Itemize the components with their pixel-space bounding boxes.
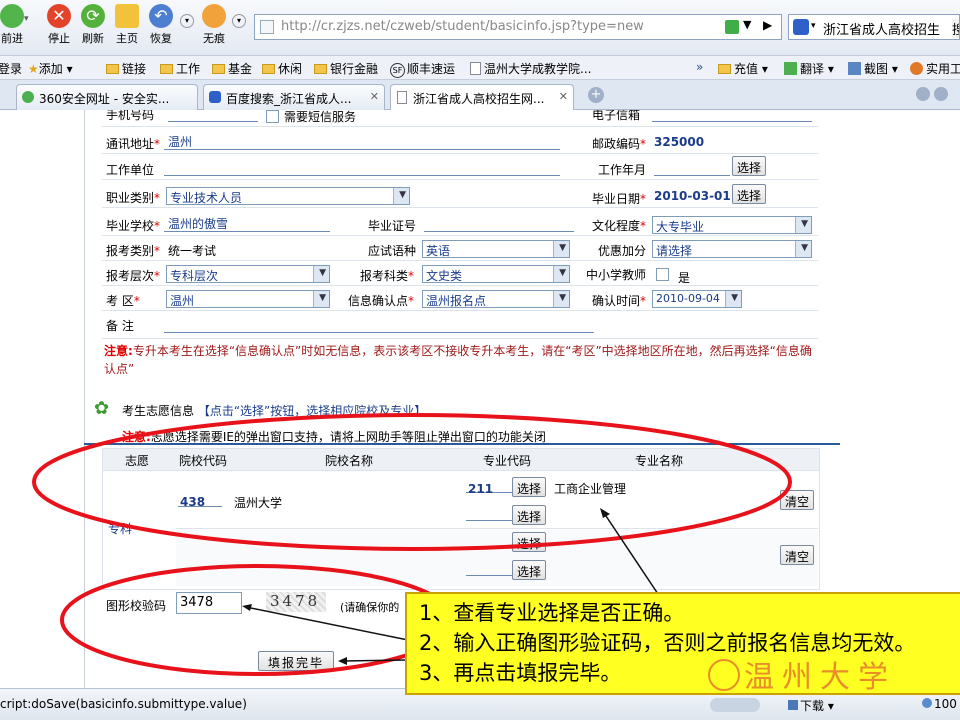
chevron-down-icon: ▼ — [801, 219, 808, 229]
arrow-to-submit — [341, 659, 409, 662]
arrow-head-submit — [338, 657, 347, 665]
arrow-head-major — [600, 508, 610, 518]
arrow-head-captcha — [242, 604, 252, 611]
highlight-oval-captcha — [60, 564, 456, 676]
watermark: 温州大学 — [708, 652, 960, 692]
chevron-down-icon: ▼ — [319, 293, 326, 303]
arrow-to-captcha — [245, 606, 409, 641]
chevron-down-icon: ▼ — [399, 190, 406, 200]
chevron-down-icon: ▼ — [559, 293, 566, 303]
arrow-to-major — [603, 512, 661, 598]
chevron-down-icon: ▼ — [319, 268, 326, 278]
seal-icon — [708, 659, 740, 691]
chevron-down-icon: ▼ — [731, 293, 738, 303]
highlight-oval-wish — [32, 413, 792, 551]
chevron-down-icon: ▼ — [559, 268, 566, 278]
chevron-down-icon: ▼ — [559, 243, 566, 253]
chevron-down-icon: ▼ — [801, 243, 808, 253]
